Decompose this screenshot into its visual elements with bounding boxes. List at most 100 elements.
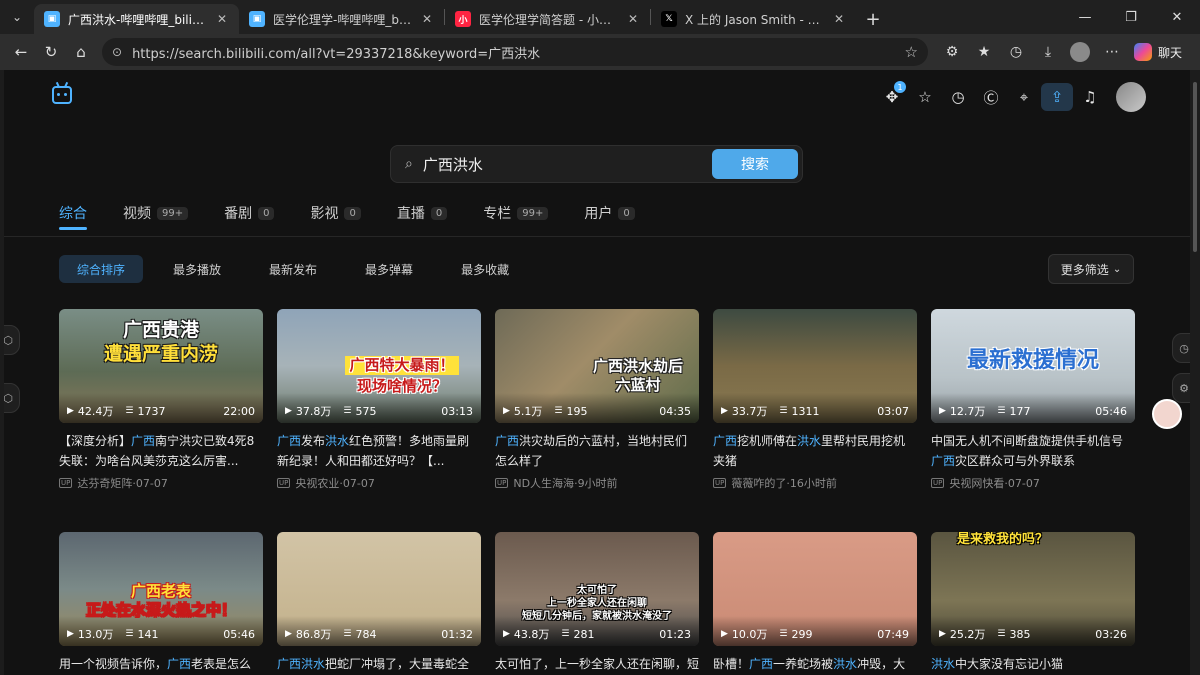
copilot-button[interactable]: 聊天 xyxy=(1134,43,1182,61)
left-side-tool-icon[interactable]: ⬡ xyxy=(4,383,20,413)
video-card[interactable]: 广西贵港 遭遇严重内涝 ▶ 42.4万 ☰ 1737 22:00 【深度分析】广西南宁洪灾已致… xyxy=(59,309,263,491)
video-title[interactable]: 洪水中大家没有忘记小猫 xyxy=(931,654,1135,675)
video-title[interactable]: 广西挖机师傅在洪水里帮村民用挖机夹猪 xyxy=(713,431,917,471)
tab-category[interactable]: 影视 0 xyxy=(310,198,361,228)
video-card[interactable]: 太可怕了上一秒全家人还在闲聊短短几分钟后，家就被洪水淹没了▶43.8万☰2810… xyxy=(495,532,699,675)
close-window-icon[interactable]: ✕ xyxy=(1154,0,1200,34)
profile-avatar[interactable] xyxy=(1070,42,1090,62)
bilibili-logo-icon[interactable] xyxy=(52,81,72,104)
restore-icon[interactable]: ❐ xyxy=(1108,0,1154,34)
notification-bell-icon[interactable]: ♫ xyxy=(1074,83,1106,111)
user-avatar[interactable] xyxy=(1116,82,1146,112)
danmaku-count: 1311 xyxy=(791,404,820,418)
up-badge-icon: UP xyxy=(495,478,509,488)
back-icon[interactable]: ← xyxy=(6,37,36,67)
site-info-icon[interactable]: ⊙ xyxy=(112,45,122,59)
right-side-tool-icon[interactable]: ◷ xyxy=(1172,333,1190,363)
video-card[interactable]: 最新救援情况 ▶ 12.7万 ☰ 177 05:46 中国无人机不间断盘旋提供手机信号 广西… xyxy=(931,309,1135,491)
sort-option[interactable]: 综合排序 xyxy=(59,255,144,283)
video-title[interactable]: 中国无人机不间断盘旋提供手机信号 广西灾区群众可与外界联系 xyxy=(931,431,1135,471)
video-card[interactable]: ▶ 33.7万 ☰ 1311 03:07 广西挖机师傅在洪水里帮村民用挖机夹猪 UP 薇薇咋的… xyxy=(713,309,917,491)
extensions-icon[interactable]: ⚙ xyxy=(936,37,968,67)
video-thumbnail[interactable]: 广西老表 正处在水深火热之中！ ▶ 13.0万 ☰ 141 05:46 xyxy=(59,532,263,646)
tab-category[interactable]: 番剧 0 xyxy=(224,198,275,228)
video-thumbnail[interactable]: ▶ 33.7万 ☰ 1311 03:07 xyxy=(713,309,917,423)
browser-tab[interactable]: 𝕏 X 上的 Jason Smith - 上官杰文: “C ✕ xyxy=(651,4,856,34)
browser-tab[interactable]: ▣ 广西洪水-哔哩哔哩_bilibili ✕ xyxy=(34,4,239,34)
close-tab-icon[interactable]: ✕ xyxy=(626,12,640,26)
tab-all[interactable]: 综合 xyxy=(59,198,87,230)
minimize-icon[interactable]: — xyxy=(1062,0,1108,34)
video-thumbnail[interactable]: 最新救援情况 ▶ 12.7万 ☰ 177 05:46 xyxy=(931,309,1135,423)
video-author-line[interactable]: UP 达芬奇矩阵 · 07-07 xyxy=(59,475,263,491)
video-title[interactable]: 广西发布洪水红色预警！多地雨量刷新纪录！人和田都还好吗？【... xyxy=(277,431,481,471)
close-tab-icon[interactable]: ✕ xyxy=(832,12,846,26)
upload-icon[interactable]: ⇪ xyxy=(1041,83,1073,111)
left-side-tool-icon[interactable]: ⬡ xyxy=(4,325,20,355)
tab-actions-menu-icon[interactable]: ⌄ xyxy=(0,0,34,34)
search-input[interactable]: 广西洪水 xyxy=(423,154,712,175)
video-author-line[interactable]: UP 央视网快看 · 07-07 xyxy=(931,475,1135,491)
video-title[interactable]: 【深度分析】广西南宁洪灾已致4死8失联：为啥台风美莎克这么厉害... xyxy=(59,431,263,471)
sort-option[interactable]: 最多弹幕 xyxy=(347,255,431,283)
video-card[interactable]: 广西洪水劫后 六蓝村 ▶ 5.1万 ☰ 195 04:35 广西洪灾劫后的六蓝村，当地村民们怎… xyxy=(495,309,699,491)
video-card[interactable]: 广西特大暴雨！ 现场啥情况？ ▶ 37.8万 ☰ 575 03:13 广西发布洪水红色预警！多… xyxy=(277,309,481,491)
tab-category[interactable]: 用户 0 xyxy=(584,198,635,228)
tab-category[interactable]: 直播 0 xyxy=(397,198,448,228)
refresh-icon[interactable]: ↻ xyxy=(36,37,66,67)
new-tab-button[interactable]: + xyxy=(856,4,890,34)
close-tab-icon[interactable]: ✕ xyxy=(215,12,229,26)
thumbnail-caption: 广西特大暴雨！ 现场啥情况？ xyxy=(327,353,477,396)
video-card[interactable]: ▶86.8万 ☰784 01:32 广西洪水把蛇厂冲塌了，大量毒蛇全都跑出来了，出门必… xyxy=(277,532,481,675)
video-card[interactable]: 广西老表 正处在水深火热之中！ ▶ 13.0万 ☰ 141 05:46 用一个视频告诉你，广西… xyxy=(59,532,263,675)
page-scrollbar[interactable] xyxy=(1190,70,1200,675)
video-author-line[interactable]: UP 央视农业 · 07-07 xyxy=(277,475,481,491)
location-pin-icon[interactable]: ⌖ xyxy=(1008,83,1040,111)
sort-option[interactable]: 最新发布 xyxy=(251,255,335,283)
sort-option[interactable]: 最多收藏 xyxy=(443,255,527,283)
tab-count: 99+ xyxy=(517,206,549,220)
more-filter-button[interactable]: 更多筛选 ⌄ xyxy=(1048,254,1134,284)
favorite-star-icon[interactable]: ☆ xyxy=(905,43,918,61)
publish-date: 07-07 xyxy=(135,476,168,490)
video-thumbnail[interactable]: 广西洪水劫后 六蓝村 ▶ 5.1万 ☰ 195 04:35 xyxy=(495,309,699,423)
video-title[interactable]: 卧槽！广西一养蛇场被洪水冲毁，大量蛇类出逃！ xyxy=(713,654,917,675)
home-icon[interactable]: ⌂ xyxy=(66,37,96,67)
video-stats: ▶ 37.8万 ☰ 575 03:13 xyxy=(285,403,473,419)
tab-category[interactable]: 视频 99+ xyxy=(123,198,189,228)
video-thumbnail[interactable]: 太可怕了上一秒全家人还在闲聊短短几分钟后，家就被洪水淹没了▶43.8万☰2810… xyxy=(495,532,699,646)
video-author-line[interactable]: UP 薇薇咋的了 · 16小时前 xyxy=(713,475,917,491)
video-thumbnail[interactable]: ▶ 10.0万 ☰ 299 07:49 xyxy=(713,532,917,646)
favorites-icon[interactable]: ★ xyxy=(968,37,1000,67)
video-title[interactable]: 广西洪水把蛇厂冲塌了，大量毒蛇全都跑出来了，出门必须小心！ xyxy=(277,654,481,675)
video-title[interactable]: 太可怕了，上一秒全家人还在闲聊，短短几分钟后，家就被洪水淹没了 xyxy=(495,654,699,675)
video-card[interactable]: ▶10.0万 ☰299 07:49 卧槽！广西一养蛇场被洪水冲毁，大量蛇类出逃！ xyxy=(713,532,917,675)
right-side-settings-icon[interactable]: ⚙ xyxy=(1172,373,1190,403)
more-menu-icon[interactable]: ⋯ xyxy=(1096,37,1128,67)
history-icon[interactable]: ◷ xyxy=(1000,37,1032,67)
coin-icon[interactable]: Ⓒ xyxy=(975,83,1007,111)
browser-tab[interactable]: 小医学伦理学简答题 - 小红书 ✕ xyxy=(445,4,650,34)
video-thumbnail[interactable]: 广西贵港 遭遇严重内涝 ▶ 42.4万 ☰ 1737 22:00 xyxy=(59,309,263,423)
history-clock-icon[interactable]: ◷ xyxy=(942,83,974,111)
video-author-line[interactable]: UP ND人生海海 · 9小时前 xyxy=(495,475,699,491)
title-text: 中大家没有忘记小猫 xyxy=(955,657,1064,671)
floating-assistant-avatar[interactable] xyxy=(1152,399,1182,429)
video-thumbnail[interactable]: 是来救我的吗？ ▶ 25.2万 ☰ 385 03:26 xyxy=(931,532,1135,646)
video-title[interactable]: 广西洪灾劫后的六蓝村，当地村民们怎么样了 xyxy=(495,431,699,471)
tab-count: 0 xyxy=(618,206,635,220)
downloads-icon[interactable]: ⤓ xyxy=(1032,37,1064,67)
video-card[interactable]: 是来救我的吗？ ▶ 25.2万 ☰ 385 03:26 洪水中大家没有忘记小猫 xyxy=(931,532,1135,675)
video-thumbnail[interactable]: ▶ 86.8万 ☰ 784 01:32 xyxy=(277,532,481,646)
browser-tab[interactable]: ▣ 医学伦理学-哔哩哔哩_bilibili ✕ xyxy=(239,4,444,34)
video-thumbnail[interactable]: 广西特大暴雨！ 现场啥情况？ ▶ 37.8万 ☰ 575 03:13 xyxy=(277,309,481,423)
messages-icon[interactable]: ✥ 1 xyxy=(876,81,908,111)
tab-category[interactable]: 专栏 99+ xyxy=(483,198,549,228)
scrollbar-thumb[interactable] xyxy=(1193,82,1197,252)
favorites-star-icon[interactable]: ☆ xyxy=(909,83,941,111)
close-tab-icon[interactable]: ✕ xyxy=(420,12,434,26)
sort-option[interactable]: 最多播放 xyxy=(155,255,239,283)
url-field[interactable]: ⊙ https://search.bilibili.com/all?vt=293… xyxy=(102,38,928,66)
video-title[interactable]: 用一个视频告诉你，广西老表是怎么处在水深火热之中的 xyxy=(59,654,263,675)
search-button[interactable]: 搜索 xyxy=(712,149,798,179)
